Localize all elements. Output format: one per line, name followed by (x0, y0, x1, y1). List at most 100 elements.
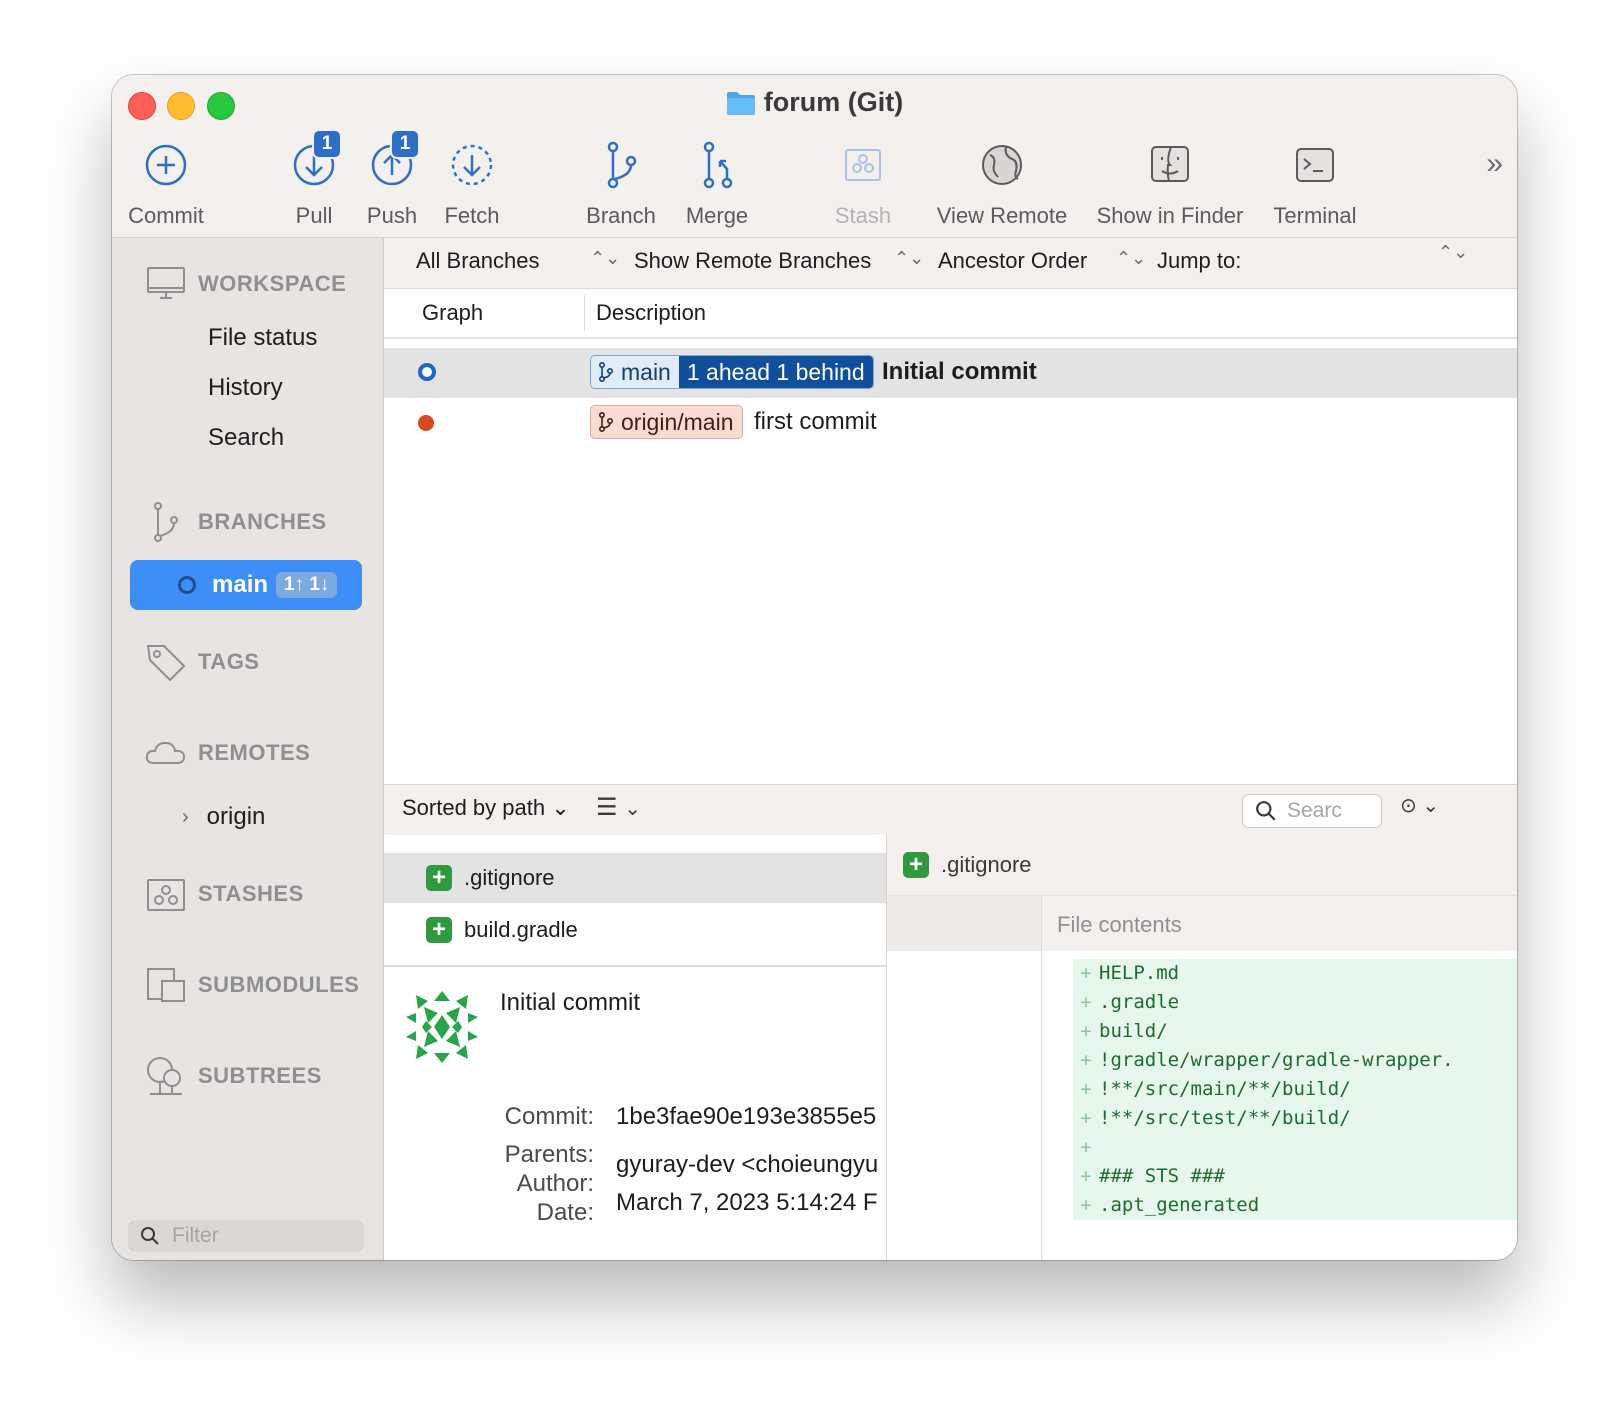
commit-row[interactable]: origin/main first commit (384, 398, 1517, 448)
graph-node-current (418, 363, 436, 381)
view-mode-menu[interactable]: ☰ ⌄ (596, 793, 641, 822)
tags-heading[interactable]: TAGS (144, 640, 259, 684)
push-button[interactable]: 1 Push (362, 129, 422, 229)
search-placeholder: Searc (1287, 799, 1342, 822)
pull-count-badge: 1 (312, 129, 342, 159)
sidebar-item-history[interactable]: History (208, 374, 283, 402)
diff-line-added: + HELP.md (1073, 959, 1517, 988)
added-file-icon: + (426, 916, 452, 943)
merge-label: Merge (685, 203, 749, 228)
chevron-down-icon: ⌄ (551, 795, 570, 820)
sidebar: WORKSPACE File status History Search BRA… (112, 238, 384, 1260)
toolbar: forum (Git) Commit 1 Pull 1 Push Fetch B… (112, 75, 1517, 238)
file-row[interactable]: + .gitignore (384, 853, 886, 903)
search-icon (1256, 801, 1276, 821)
date-value: March 7, 2023 5:14:24 F (616, 1189, 878, 1216)
branch-label-origin-main: origin/main (590, 405, 743, 439)
remotes-heading[interactable]: REMOTES (144, 731, 310, 775)
graph-node-remote (418, 415, 434, 431)
sort-menu[interactable]: Sorted by path ⌄ (402, 795, 570, 821)
monitor-icon (144, 262, 188, 306)
updown-chevron-icon[interactable]: ⌃⌄ (1116, 248, 1146, 269)
stashes-heading[interactable]: STASHES (144, 872, 304, 916)
branches-filter-value: All Branches (416, 248, 540, 273)
more-options-menu[interactable]: ⊙ ⌄ (1400, 793, 1439, 818)
updown-chevron-icon[interactable]: ⌃⌄ (590, 248, 620, 269)
current-branch-icon (178, 576, 196, 594)
remote-branches-value: Show Remote Branches (634, 248, 872, 273)
commit-label: Commit (128, 203, 204, 228)
jump-to-label: Jump to: (1157, 248, 1242, 273)
view-remote-label: View Remote (936, 203, 1068, 228)
fetch-dashed-circle-icon (442, 135, 502, 195)
avatar (406, 991, 478, 1063)
fetch-button[interactable]: Fetch (438, 135, 506, 229)
column-divider[interactable] (584, 295, 585, 331)
diff-line-added: + !**/src/test/**/build/ (1073, 1104, 1517, 1133)
terminal-button[interactable]: Terminal (1268, 135, 1362, 229)
chevron-down-icon: ⌄ (1422, 795, 1440, 817)
tags-heading-text: TAGS (198, 649, 260, 674)
workspace-heading[interactable]: WORKSPACE (144, 262, 346, 306)
commit-row[interactable]: main 1 ahead 1 behind Initial commit (384, 348, 1517, 398)
stash-box-icon (144, 872, 188, 916)
chevron-down-icon: ⌄ (624, 798, 641, 820)
stash-button[interactable]: Stash (828, 135, 898, 229)
globe-icon (972, 135, 1032, 195)
toolbar-overflow-button[interactable]: » (1486, 147, 1503, 181)
diff-file-header: + .gitignore (887, 835, 1517, 896)
sidebar-remote-origin[interactable]: › origin (182, 803, 265, 831)
author-value: gyuray-dev <choieungyu (616, 1151, 879, 1178)
jump-to-select[interactable]: Jump to: (1157, 248, 1241, 274)
line-number-gutter (887, 951, 1042, 1260)
ahead-behind-badge: 1↑ 1↓ (276, 572, 338, 598)
sidebar-item-file-status[interactable]: File status (208, 324, 317, 352)
submodules-heading[interactable]: SUBMODULES (144, 963, 359, 1007)
branch-name: main (212, 571, 269, 598)
push-label: Push (366, 203, 418, 228)
pull-button[interactable]: 1 Pull (284, 129, 344, 229)
sidebar-filter-field[interactable]: Filter (128, 1220, 364, 1252)
branch-label-main: main 1 ahead 1 behind (590, 355, 874, 389)
sidebar-item-search[interactable]: Search (208, 424, 284, 452)
order-value: Ancestor Order (938, 248, 1088, 273)
commit-hash-value[interactable]: 1be3fae90e193e3855e5 (616, 1103, 876, 1131)
order-select[interactable]: Ancestor Order (938, 248, 1087, 274)
branches-heading[interactable]: BRANCHES (144, 500, 327, 544)
stashes-heading-text: STASHES (198, 881, 304, 906)
history-view: All Branches ⌃⌄ Show Remote Branches ⌃⌄ … (384, 238, 1517, 1260)
chevron-right-icon[interactable]: › (182, 806, 189, 829)
tree-icon (144, 1054, 188, 1098)
commit-button[interactable]: Commit (126, 135, 206, 229)
parents-label: Parents: (504, 1141, 594, 1168)
remote-branches-select[interactable]: Show Remote Branches (634, 248, 871, 274)
stash-label: Stash (834, 203, 892, 228)
commit-title: Initial commit (500, 989, 641, 1016)
branches-filter-select[interactable]: All Branches (416, 248, 540, 274)
description-column-header[interactable]: Description (596, 300, 706, 326)
file-row[interactable]: + build.gradle (384, 905, 886, 955)
diff-line-added: + .apt_generated (1073, 1191, 1517, 1220)
graph-column-header[interactable]: Graph (422, 300, 483, 326)
branch-button[interactable]: Branch (582, 135, 660, 229)
commit-details: Initial commit Commit: 1be3fae90e193e385… (384, 967, 887, 1260)
show-in-finder-button[interactable]: Show in Finder (1092, 135, 1248, 229)
tag-icon (144, 640, 188, 684)
sidebar-branch-main[interactable]: main 1↑ 1↓ (130, 560, 362, 610)
upload-circle-icon: 1 (362, 129, 422, 195)
view-remote-button[interactable]: View Remote (932, 135, 1072, 229)
diff-view: + .gitignore File contents + HELP.md + .gr… (887, 835, 1517, 1260)
diff-line-added: + ### STS ### (1073, 1162, 1517, 1191)
pull-label: Pull (295, 203, 333, 228)
file-search-input[interactable]: Searc (1242, 794, 1382, 828)
push-count-badge: 1 (390, 129, 420, 159)
subtrees-heading[interactable]: SUBTREES (144, 1054, 322, 1098)
download-circle-icon: 1 (284, 129, 344, 195)
search-icon (141, 1227, 159, 1245)
updown-chevron-icon[interactable]: ⌃⌄ (1438, 242, 1468, 263)
merge-button[interactable]: Merge (680, 135, 754, 229)
date-label: Date: (536, 1199, 594, 1226)
updown-chevron-icon[interactable]: ⌃⌄ (894, 248, 924, 269)
added-file-icon: + (903, 851, 929, 878)
file-list-toolbar: Sorted by path ⌄ ☰ ⌄ Searc ⊙ ⌄ (384, 784, 1517, 835)
